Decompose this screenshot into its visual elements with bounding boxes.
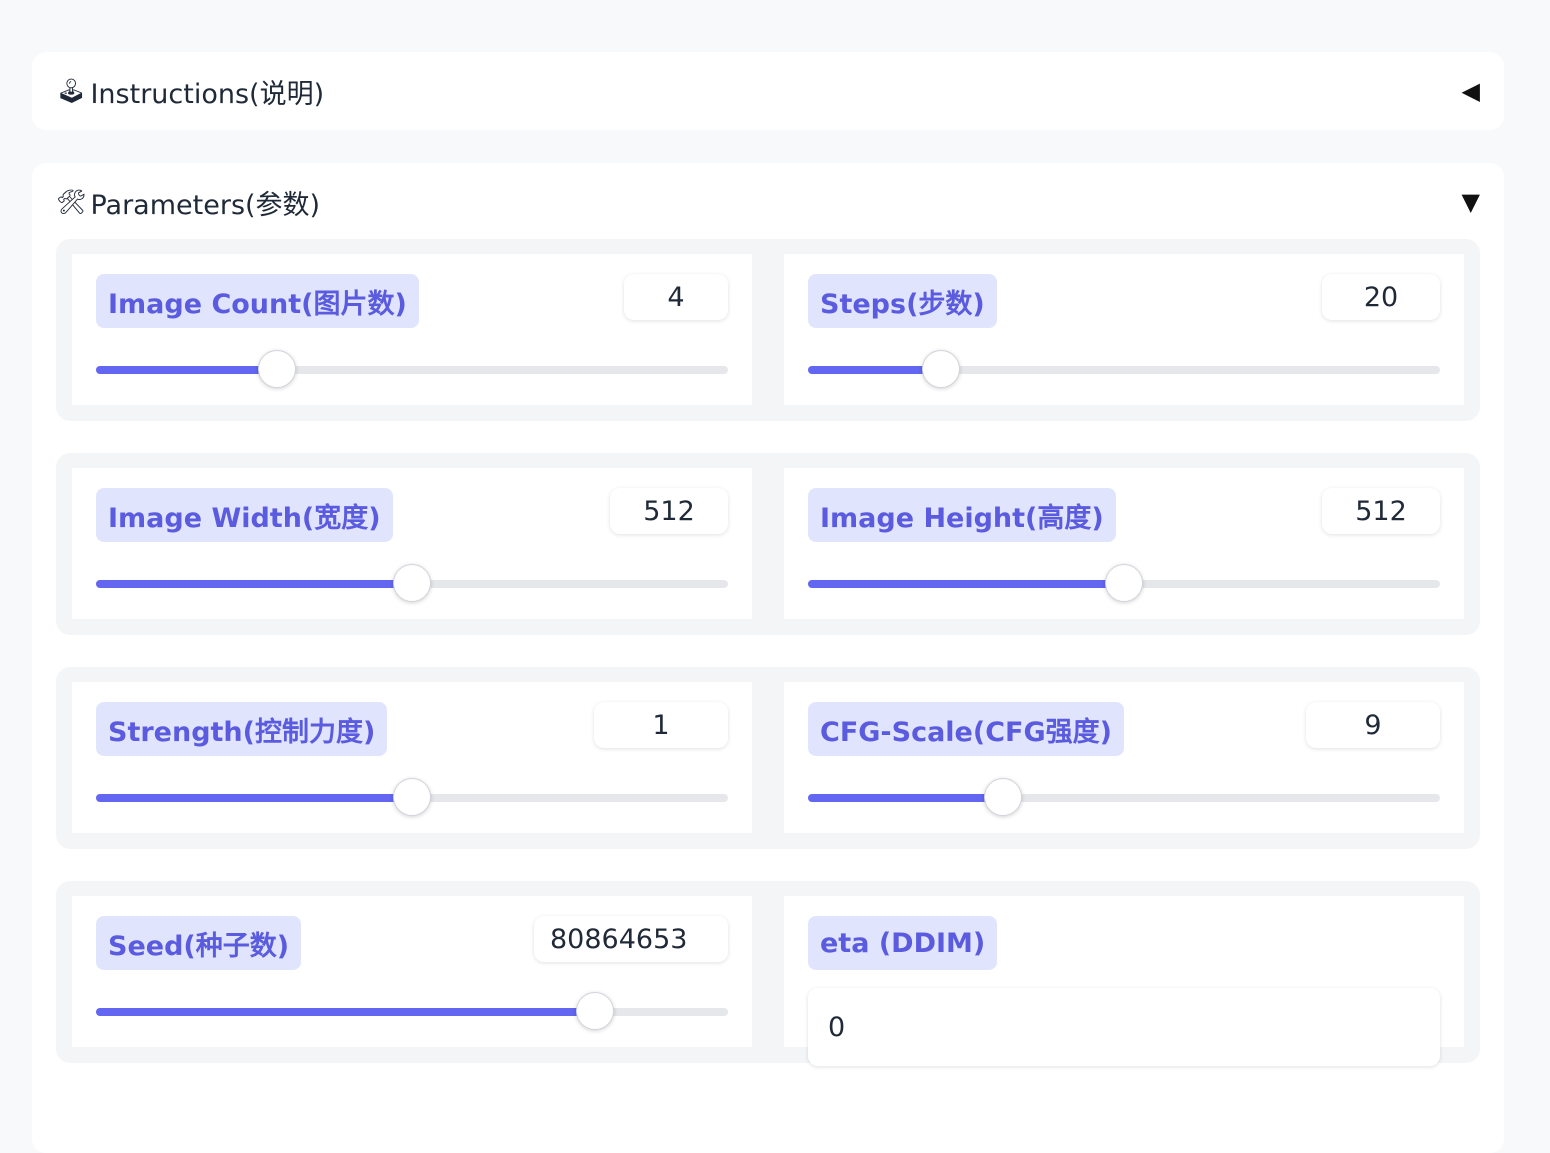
image-count-label: Image Count(图片数) [96,274,419,328]
slider-thumb[interactable] [1105,564,1143,602]
image-height-slider[interactable] [808,564,1440,602]
strength-control: Strength(控制力度) 1 [72,682,752,833]
eta-control: eta (DDIM) 0 [784,896,1464,1066]
instructions-title: 🕹 Instructions(说明) [56,72,324,111]
image-width-slider[interactable] [96,564,728,602]
strength-slider[interactable] [96,778,728,816]
hammer-wrench-icon: 🛠 [56,188,87,216]
image-width-label: Image Width(宽度) [96,488,393,542]
steps-slider[interactable] [808,350,1440,388]
parameter-row-3: Strength(控制力度) 1 CFG-Scale(CFG强度) 9 [56,667,1480,849]
instructions-title-text: Instructions(说明) [90,78,325,110]
seed-control: Seed(种子数) 80864653 [72,896,752,1047]
steps-input[interactable]: 20 [1322,274,1440,320]
cfg-scale-label: CFG-Scale(CFG强度) [808,702,1124,756]
image-count-input[interactable]: 4 [624,274,728,320]
steps-label: Steps(步数) [808,274,997,328]
parameters-header[interactable]: 🛠 Parameters(参数) ▼ [56,163,1480,241]
slider-fill [808,580,1124,588]
cfg-scale-control: CFG-Scale(CFG强度) 9 [784,682,1464,833]
image-count-slider[interactable] [96,350,728,388]
strength-label: Strength(控制力度) [96,702,388,756]
steps-control: Steps(步数) 20 [784,254,1464,405]
image-height-control: Image Height(高度) 512 [784,468,1464,619]
slider-fill [96,794,412,802]
parameter-row-1: Image Count(图片数) 4 Steps(步数) 20 [56,239,1480,421]
strength-input[interactable]: 1 [594,702,728,748]
slider-fill [96,366,277,374]
image-count-control: Image Count(图片数) 4 [72,254,752,405]
parameter-row-2: Image Width(宽度) 512 Image Height(高度) 512 [56,453,1480,635]
parameters-accordion: 🛠 Parameters(参数) ▼ Image Count(图片数) 4 St… [32,163,1504,1153]
image-height-label: Image Height(高度) [808,488,1116,542]
eta-input[interactable]: 0 [808,988,1440,1066]
seed-label: Seed(种子数) [96,916,302,970]
slider-thumb[interactable] [922,350,961,388]
slider-fill [808,366,942,374]
image-height-input[interactable]: 512 [1322,488,1440,534]
slider-fill [808,794,1003,802]
cfg-scale-input[interactable]: 9 [1306,702,1440,748]
slider-thumb[interactable] [983,778,1022,816]
instructions-header[interactable]: 🕹 Instructions(说明) ◀ [56,52,1480,130]
slider-thumb[interactable] [257,350,296,388]
parameters-title: 🛠 Parameters(参数) [56,183,320,222]
slider-thumb[interactable] [576,992,615,1030]
slider-thumb[interactable] [393,564,431,602]
parameters-title-text: Parameters(参数) [90,189,321,221]
collapse-arrow-icon[interactable]: ◀ [1462,77,1480,105]
seed-input[interactable]: 80864653 [534,916,728,962]
image-width-input[interactable]: 512 [610,488,728,534]
cfg-scale-slider[interactable] [808,778,1440,816]
joystick-icon: 🕹 [56,77,87,105]
slider-fill [96,580,412,588]
eta-label: eta (DDIM) [808,916,998,970]
slider-thumb[interactable] [393,778,431,816]
parameter-row-4: Seed(种子数) 80864653 eta (DDIM) 0 [56,881,1480,1066]
expand-arrow-icon[interactable]: ▼ [1462,188,1480,216]
seed-slider[interactable] [96,992,728,1030]
slider-fill [96,1008,596,1016]
instructions-accordion: 🕹 Instructions(说明) ◀ [32,52,1504,130]
image-width-control: Image Width(宽度) 512 [72,468,752,619]
